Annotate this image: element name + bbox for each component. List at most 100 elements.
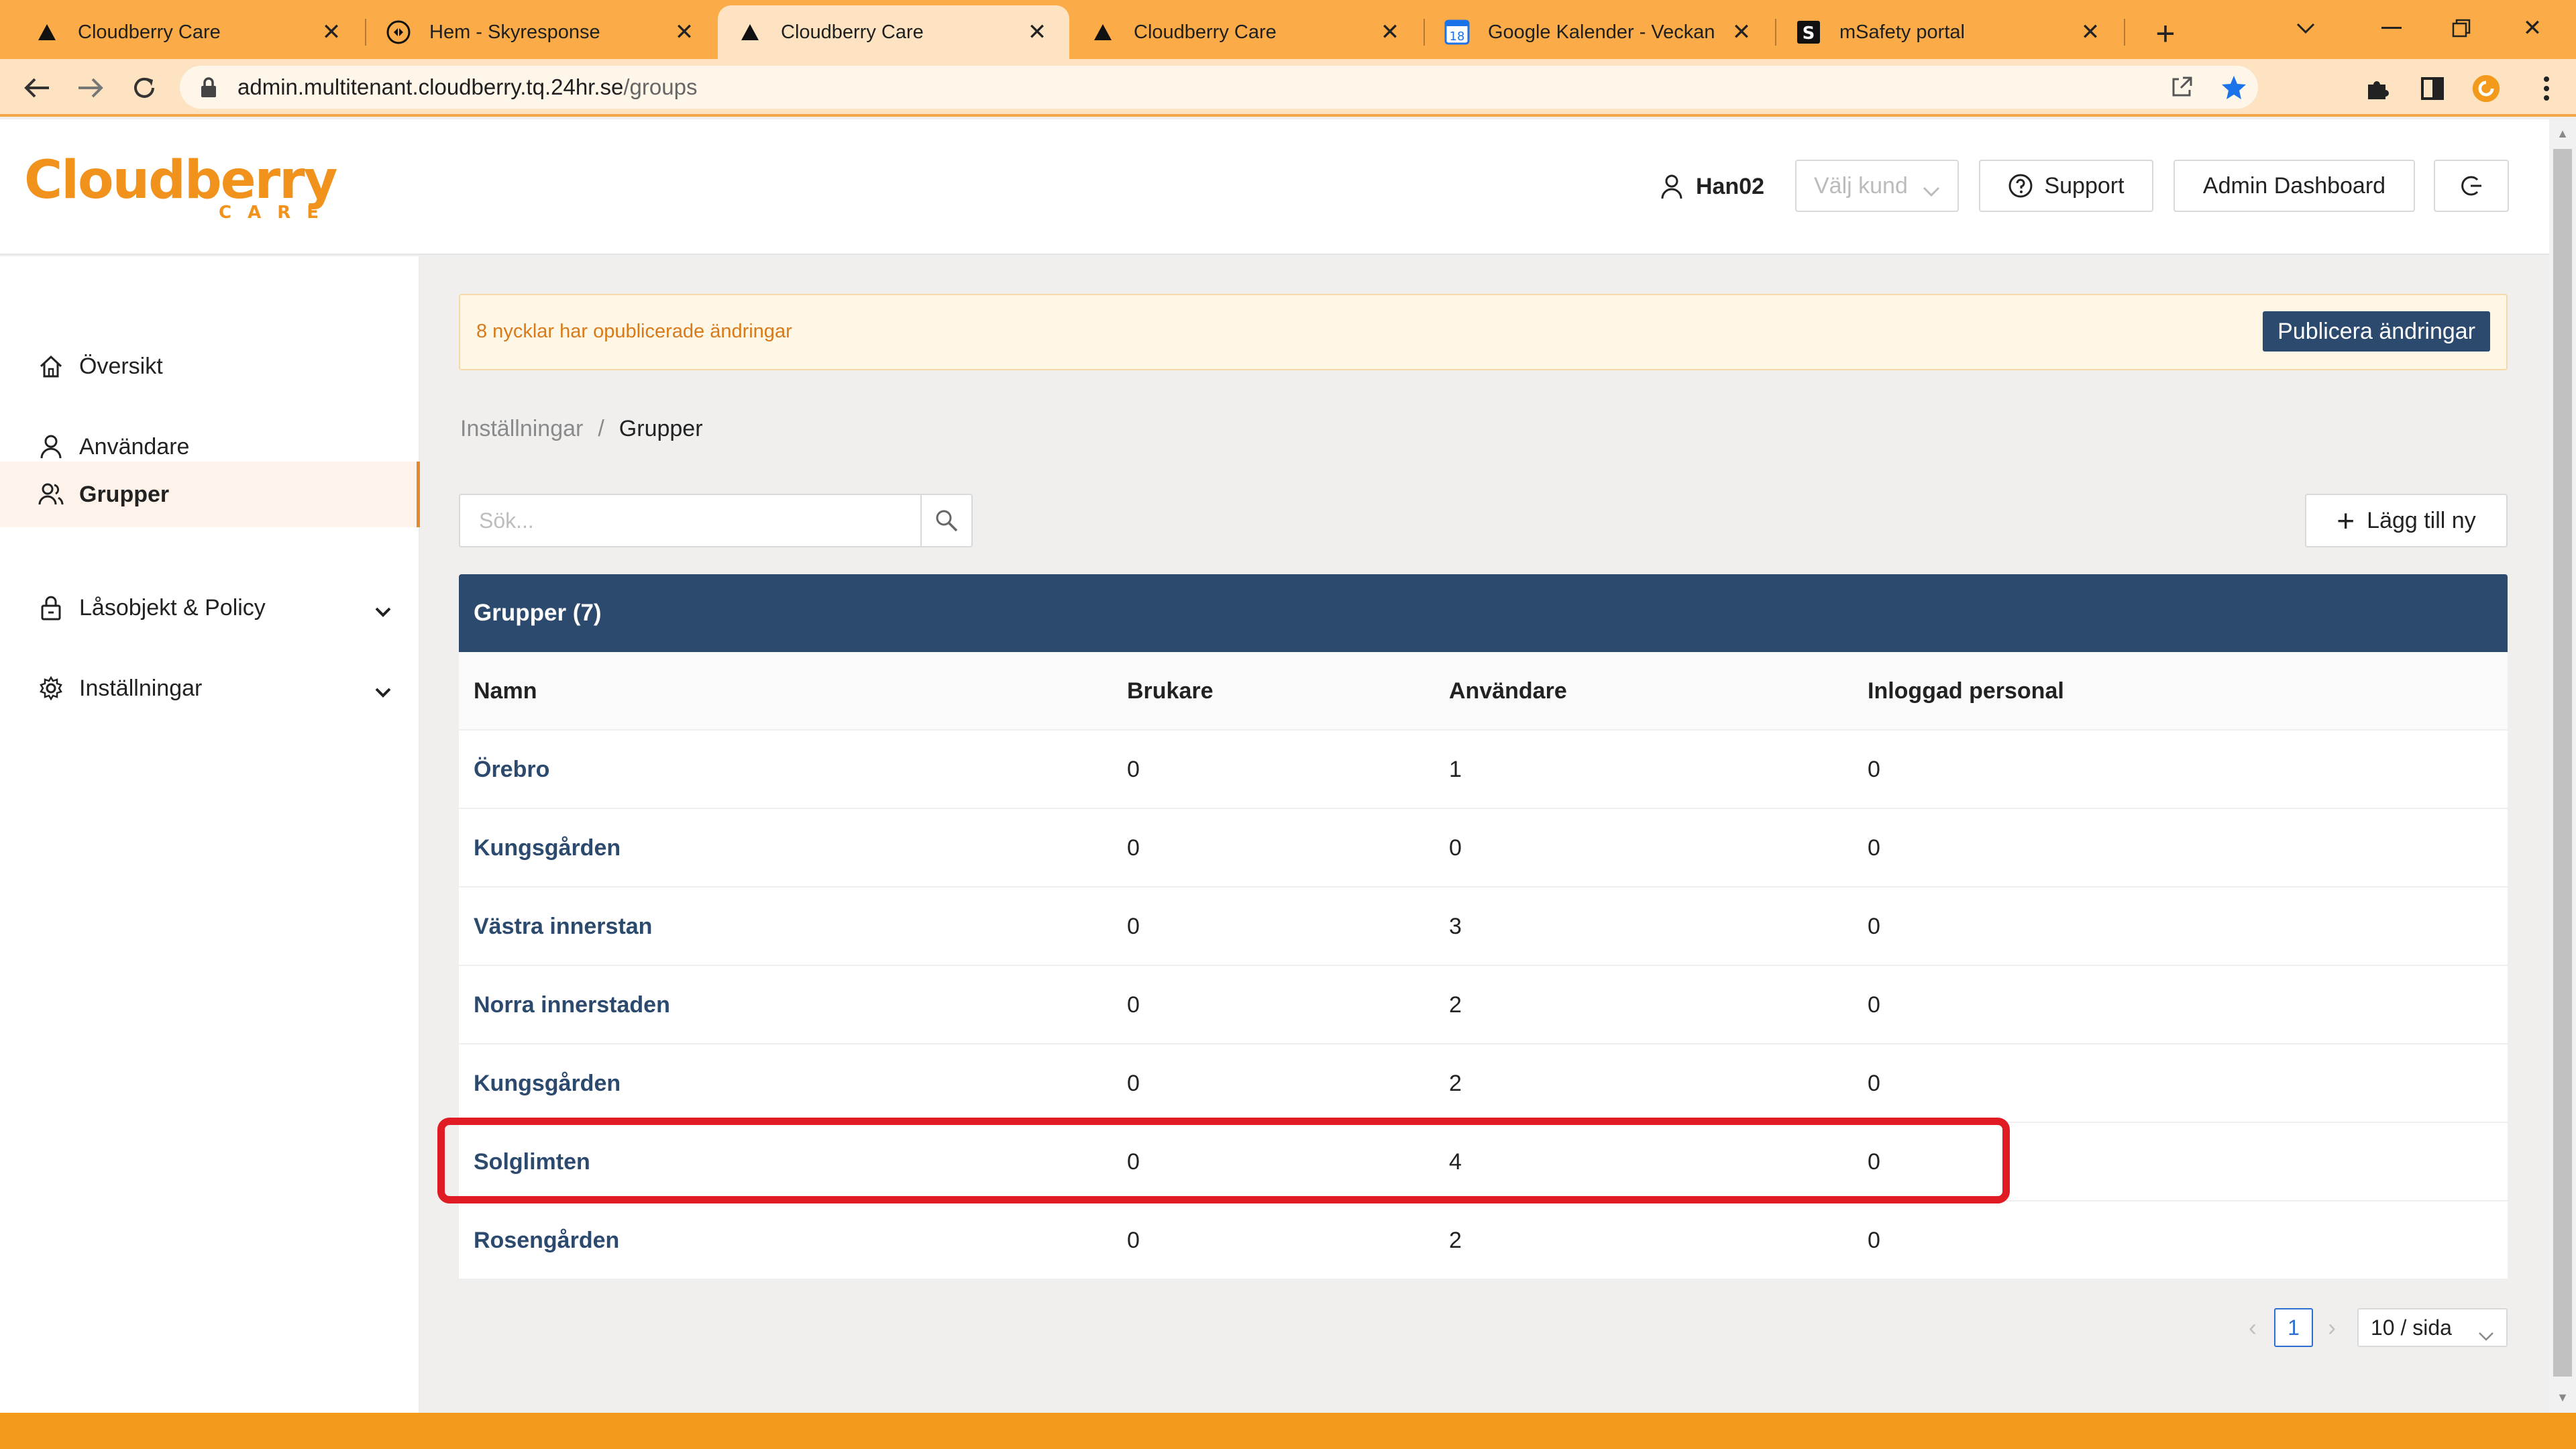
anvandare-count: 1 xyxy=(1449,757,1462,782)
browser-tab-bar: Cloudberry Care ✕ Hem - Skyresponse ✕ Cl… xyxy=(0,0,2576,59)
sidebar-item-installningar[interactable]: Inställningar xyxy=(0,656,420,720)
inloggad-count: 0 xyxy=(1868,757,1880,782)
browser-tab[interactable]: S mSafety portal ✕ xyxy=(1776,5,2123,59)
pagination-page-1[interactable]: 1 xyxy=(2274,1308,2313,1347)
svg-text:18: 18 xyxy=(1450,30,1465,44)
close-icon[interactable]: ✕ xyxy=(1377,19,1403,46)
close-icon[interactable]: ✕ xyxy=(671,19,698,46)
sidebar-item-oversikt[interactable]: Översikt xyxy=(0,334,420,398)
logo-word: Cloudberry xyxy=(24,150,337,211)
column-header-inloggad-personal[interactable]: Inloggad personal xyxy=(1868,652,2064,731)
chevron-down-icon xyxy=(1923,177,1940,203)
tab-search-chevron-icon[interactable] xyxy=(2275,7,2336,50)
group-name-link[interactable]: Kungsgården xyxy=(474,1044,621,1123)
search-button[interactable] xyxy=(920,494,973,547)
pagination-prev-icon[interactable]: ‹ xyxy=(2239,1311,2266,1344)
table-row[interactable]: Kungsgården 0 0 0 xyxy=(459,809,2508,888)
side-panel-icon[interactable] xyxy=(2418,74,2447,103)
triangle-icon xyxy=(1089,19,1116,46)
admin-dashboard-button[interactable]: Admin Dashboard xyxy=(2174,160,2415,212)
back-arrow-icon[interactable] xyxy=(16,67,58,109)
group-icon xyxy=(38,481,64,508)
brukare-count: 0 xyxy=(1127,835,1140,861)
table-row[interactable]: Rosengården 0 2 0 xyxy=(459,1201,2508,1280)
close-icon[interactable]: ✕ xyxy=(1728,19,1755,46)
window-close-icon[interactable]: ✕ xyxy=(2502,7,2563,50)
user-icon xyxy=(1660,173,1684,200)
group-name-link[interactable]: Solglimten xyxy=(474,1123,590,1201)
sidebar-item-grupper[interactable]: Grupper xyxy=(0,462,420,527)
anvandare-count: 2 xyxy=(1449,992,1462,1018)
anvandare-count: 0 xyxy=(1449,835,1462,861)
group-name-link[interactable]: Västra innerstan xyxy=(474,888,652,966)
gear-icon xyxy=(38,675,64,702)
tab-title: Google Kalender - Veckan xyxy=(1488,21,1715,43)
table-header-row: Namn Brukare Användare Inloggad personal xyxy=(459,652,2508,731)
column-header-namn[interactable]: Namn xyxy=(474,652,537,731)
table-row-highlighted[interactable]: Solglimten 0 4 0 xyxy=(459,1123,2508,1201)
close-icon[interactable]: ✕ xyxy=(2077,19,2104,46)
address-bar[interactable]: admin.multitenant.cloudberry.tq.24hr.se/… xyxy=(180,66,2258,109)
sidebar-item-label: Låsobjekt & Policy xyxy=(79,594,266,621)
home-icon xyxy=(38,353,64,380)
browser-menu-icon[interactable] xyxy=(2532,74,2561,103)
group-name-link[interactable]: Rosengården xyxy=(474,1201,619,1280)
breadcrumb-separator: / xyxy=(598,416,604,441)
sidebar-item-lasobjekt-policy[interactable]: Låsobjekt & Policy xyxy=(0,576,420,640)
column-header-anvandare[interactable]: Användare xyxy=(1449,652,1567,731)
tab-title: Cloudberry Care xyxy=(1134,21,1277,43)
browser-tab[interactable]: 18 Google Kalender - Veckan ✕ xyxy=(1425,5,1774,59)
tab-title: Cloudberry Care xyxy=(781,21,924,43)
close-icon[interactable]: ✕ xyxy=(318,19,345,46)
tab-title: Cloudberry Care xyxy=(78,21,221,43)
table-row[interactable]: Västra innerstan 0 3 0 xyxy=(459,888,2508,966)
new-tab-button[interactable]: + xyxy=(2144,12,2187,55)
extensions-puzzle-icon[interactable] xyxy=(2363,74,2392,103)
scroll-up-arrow-icon[interactable]: ▲ xyxy=(2553,123,2572,144)
brukare-count: 0 xyxy=(1127,1228,1140,1253)
user-menu[interactable]: Han02 xyxy=(1660,165,1764,208)
group-name-link[interactable]: Örebro xyxy=(474,731,549,809)
bottom-accent-bar xyxy=(0,1413,2576,1449)
skyresponse-icon xyxy=(385,19,412,46)
restore-icon[interactable] xyxy=(2431,7,2491,50)
table-title: Grupper (7) xyxy=(459,574,2508,652)
browser-tab-active[interactable]: Cloudberry Care ✕ xyxy=(718,5,1069,59)
search-input[interactable] xyxy=(459,494,920,547)
reload-icon[interactable] xyxy=(123,67,165,109)
logout-icon xyxy=(2459,173,2484,199)
lock-icon xyxy=(38,594,64,621)
sidebar-item-label: Inställningar xyxy=(79,675,203,701)
add-new-button[interactable]: + Lägg till ny xyxy=(2305,494,2508,547)
share-icon[interactable] xyxy=(2167,72,2196,102)
breadcrumb-parent-link[interactable]: Inställningar xyxy=(460,416,583,442)
browser-tab[interactable]: Hem - Skyresponse ✕ xyxy=(366,5,716,59)
column-header-brukare[interactable]: Brukare xyxy=(1127,652,1214,731)
sidebar: Översikt Användare Grupper Låsobjekt & P… xyxy=(0,256,420,1413)
table-row[interactable]: Örebro 0 1 0 xyxy=(459,731,2508,809)
support-button[interactable]: Support xyxy=(1979,160,2153,212)
publish-changes-button[interactable]: Publicera ändringar xyxy=(2263,311,2490,352)
bookmark-star-icon[interactable] xyxy=(2219,72,2249,102)
forward-arrow-icon[interactable] xyxy=(70,67,111,109)
logout-button[interactable] xyxy=(2434,160,2509,212)
profile-avatar-icon[interactable] xyxy=(2471,74,2501,103)
brukare-count: 0 xyxy=(1127,1071,1140,1096)
close-icon[interactable]: ✕ xyxy=(1024,19,1051,46)
customer-select[interactable]: Välj kund xyxy=(1795,160,1959,212)
browser-tab[interactable]: Cloudberry Care ✕ xyxy=(1071,5,1422,59)
browser-tab[interactable]: Cloudberry Care ✕ xyxy=(15,5,364,59)
minimize-icon[interactable] xyxy=(2361,7,2422,50)
group-name-link[interactable]: Kungsgården xyxy=(474,809,621,888)
table-row[interactable]: Norra innerstaden 0 2 0 xyxy=(459,966,2508,1044)
search-icon xyxy=(934,508,959,533)
user-icon xyxy=(38,433,64,460)
scroll-down-arrow-icon[interactable]: ▼ xyxy=(2553,1387,2572,1407)
table-row[interactable]: Kungsgården 0 2 0 xyxy=(459,1044,2508,1123)
page-size-value: 10 / sida xyxy=(2371,1315,2452,1340)
cloudberry-logo[interactable]: Cloudberry CARE xyxy=(24,150,337,223)
scrollbar-thumb[interactable] xyxy=(2553,149,2572,1377)
pagination-next-icon[interactable]: › xyxy=(2318,1311,2345,1344)
page-size-select[interactable]: 10 / sida xyxy=(2357,1308,2508,1347)
group-name-link[interactable]: Norra innerstaden xyxy=(474,966,670,1044)
